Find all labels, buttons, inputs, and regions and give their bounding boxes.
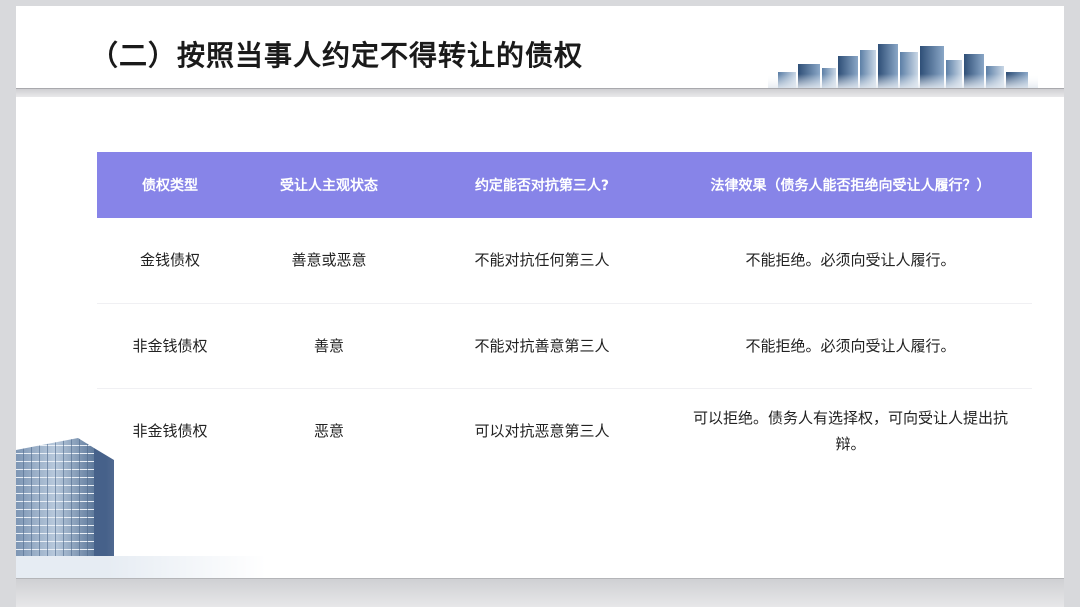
slide: （二）按照当事人约定不得转让的债权 债权类型 受让人主观状态 约定能否对抗第三人… <box>16 6 1064 578</box>
table-row: 金钱债权 善意或恶意 不能对抗任何第三人 不能拒绝。必须向受让人履行。 <box>97 218 1032 303</box>
table-row: 非金钱债权 恶意 可以对抗恶意第三人 可以拒绝。债务人有选择权，可向受让人提出抗… <box>97 387 1032 473</box>
table-cell: 善意或恶意 <box>291 251 367 270</box>
table-cell: 非金钱债权 <box>97 387 243 473</box>
table-cell: 恶意 <box>243 387 415 473</box>
slide-title: （二）按照当事人约定不得转让的债权 <box>90 39 584 72</box>
column-header-third-party-effect: 约定能否对抗第三人? <box>415 152 669 218</box>
table-cell: 善意 <box>243 302 415 388</box>
table-cell: 可以拒绝。债务人有选择权，可向受让人提出抗辩。 <box>669 387 1032 473</box>
assignment-rules-table: 债权类型 受让人主观状态 约定能否对抗第三人? 法律效果（债务人能否拒绝向受让人… <box>97 152 1032 473</box>
table-row: 非金钱债权 善意 不能对抗善意第三人 不能拒绝。必须向受让人履行。 <box>97 302 1032 388</box>
table-cell: 不能对抗任何第三人 <box>474 251 610 270</box>
city-skyline-image <box>768 44 1038 90</box>
table-cell: 金钱债权 <box>139 251 200 270</box>
table-cell: 非金钱债权 <box>97 302 243 388</box>
table-cell: 不能拒绝。必须向受让人履行。 <box>669 302 1032 388</box>
column-header-assignee-state: 受让人主观状态 <box>243 152 415 218</box>
table-header-row: 债权类型 受让人主观状态 约定能否对抗第三人? 法律效果（债务人能否拒绝向受让人… <box>97 152 1032 218</box>
table-cell: 不能拒绝。必须向受让人履行。 <box>745 251 956 270</box>
column-header-legal-effect: 法律效果（债务人能否拒绝向受让人履行？） <box>669 152 1032 218</box>
slide-header: （二）按照当事人约定不得转让的债权 <box>16 6 1064 90</box>
column-header-claim-type: 债权类型 <box>97 152 243 218</box>
header-divider <box>16 88 1064 97</box>
table-cell: 可以对抗恶意第三人 <box>415 387 669 473</box>
table-cell: 不能对抗善意第三人 <box>415 302 669 388</box>
slide-footer-band <box>16 578 1064 607</box>
